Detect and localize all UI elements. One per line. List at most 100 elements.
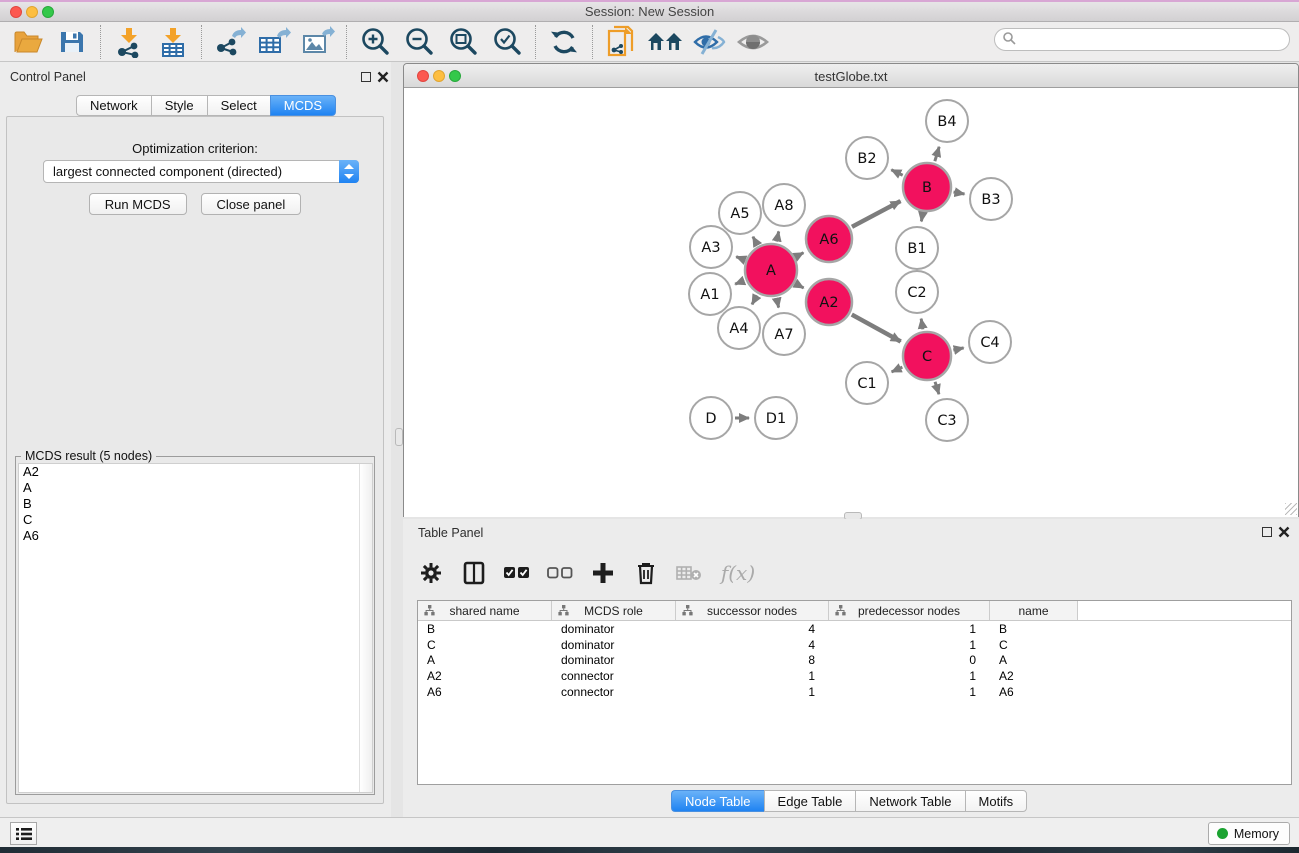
- memory-button[interactable]: Memory: [1208, 822, 1290, 845]
- deselect-all-checks-icon[interactable]: [546, 558, 574, 588]
- result-item[interactable]: B: [19, 496, 372, 512]
- table-row[interactable]: Bdominator41B: [418, 621, 1291, 637]
- table-row[interactable]: A6connector11A6: [418, 684, 1291, 700]
- column-header-name[interactable]: name: [990, 601, 1078, 620]
- table-row[interactable]: Cdominator41C: [418, 637, 1291, 653]
- graph-edge[interactable]: [735, 281, 744, 284]
- graph-edge[interactable]: [752, 295, 757, 304]
- import-network-icon[interactable]: [111, 25, 147, 59]
- result-list-scrollbar[interactable]: [359, 464, 372, 792]
- table-cell[interactable]: 1: [829, 685, 990, 699]
- export-network-icon[interactable]: [212, 25, 248, 59]
- graph-edge[interactable]: [852, 315, 901, 342]
- optimization-criterion-dropdown[interactable]: largest connected component (directed): [43, 160, 359, 183]
- table-cell[interactable]: 0: [829, 653, 990, 667]
- table-cell[interactable]: A: [990, 653, 1078, 667]
- tab-mcds[interactable]: MCDS: [270, 95, 336, 116]
- table-cell[interactable]: 1: [829, 622, 990, 636]
- graph-edge[interactable]: [753, 237, 757, 245]
- table-cell[interactable]: 4: [676, 638, 829, 652]
- close-table-panel-icon[interactable]: [1278, 526, 1290, 538]
- tab-edge-table[interactable]: Edge Table: [764, 790, 856, 812]
- task-history-button[interactable]: [10, 822, 37, 845]
- result-item[interactable]: A2: [19, 464, 372, 480]
- float-table-panel-icon[interactable]: [1262, 527, 1272, 537]
- graph-edge[interactable]: [954, 192, 965, 194]
- close-panel-button[interactable]: Close panel: [201, 193, 302, 215]
- tab-style[interactable]: Style: [151, 95, 207, 116]
- graph-edge[interactable]: [797, 253, 804, 257]
- table-cell[interactable]: 4: [676, 622, 829, 636]
- search-input[interactable]: [994, 28, 1290, 51]
- column-header-mcds-role[interactable]: MCDS role: [552, 601, 676, 620]
- table-cell[interactable]: B: [418, 622, 552, 636]
- table-row[interactable]: A2connector11A2: [418, 668, 1291, 684]
- zoom-out-icon[interactable]: [401, 25, 437, 59]
- home-reset-icon[interactable]: [647, 25, 683, 59]
- network-canvas[interactable]: B4B2BB3A5A8A6B1A3AC2A1A2A4A7C4CC1C3DD1: [404, 88, 1298, 517]
- graph-edge[interactable]: [892, 367, 903, 372]
- birdseye-view-icon[interactable]: [735, 25, 771, 59]
- export-image-icon[interactable]: [300, 25, 336, 59]
- graph-edge[interactable]: [935, 382, 939, 394]
- table-cell[interactable]: A2: [990, 669, 1078, 683]
- zoom-selected-icon[interactable]: [489, 25, 525, 59]
- result-item[interactable]: C: [19, 512, 372, 528]
- table-cell[interactable]: C: [990, 638, 1078, 652]
- table-cell[interactable]: 1: [829, 638, 990, 652]
- settings-gear-icon[interactable]: [417, 558, 445, 588]
- table-cell[interactable]: A: [418, 653, 552, 667]
- zoom-fit-icon[interactable]: [445, 25, 481, 59]
- tab-select[interactable]: Select: [207, 95, 270, 116]
- delete-column-icon[interactable]: [632, 558, 660, 588]
- result-item[interactable]: A6: [19, 528, 372, 544]
- import-table-icon[interactable]: [155, 25, 191, 59]
- add-column-icon[interactable]: [589, 558, 617, 588]
- mcds-result-list[interactable]: A2ABCA6: [18, 463, 373, 793]
- tab-network[interactable]: Network: [76, 95, 151, 116]
- table-cell[interactable]: dominator: [552, 653, 676, 667]
- table-cell[interactable]: 8: [676, 653, 829, 667]
- graph-edge[interactable]: [852, 201, 901, 227]
- graph-edge[interactable]: [953, 348, 963, 350]
- open-session-icon[interactable]: [10, 25, 46, 59]
- table-cell[interactable]: dominator: [552, 638, 676, 652]
- node-table[interactable]: shared name MCDS role successor nodes pr…: [417, 600, 1292, 785]
- zoom-in-icon[interactable]: [357, 25, 393, 59]
- table-cell[interactable]: A6: [418, 685, 552, 699]
- column-header-successor-nodes[interactable]: successor nodes: [676, 601, 829, 620]
- graph-edge[interactable]: [736, 257, 744, 260]
- function-builder-icon[interactable]: f(x): [718, 558, 758, 588]
- float-panel-icon[interactable]: [361, 72, 371, 82]
- tab-network-table[interactable]: Network Table: [855, 790, 964, 812]
- table-cell[interactable]: connector: [552, 685, 676, 699]
- tab-motifs[interactable]: Motifs: [965, 790, 1028, 812]
- dropdown-stepper-icon[interactable]: [339, 160, 359, 183]
- save-session-icon[interactable]: [54, 25, 90, 59]
- graph-edge[interactable]: [891, 170, 902, 176]
- hide-details-icon[interactable]: [691, 25, 727, 59]
- graph-edge[interactable]: [777, 298, 779, 307]
- table-cell[interactable]: A2: [418, 669, 552, 683]
- graph-edge[interactable]: [935, 147, 939, 161]
- table-cell[interactable]: B: [990, 622, 1078, 636]
- export-table-icon[interactable]: [256, 25, 292, 59]
- window-resize-grip[interactable]: [1285, 503, 1297, 515]
- close-panel-icon[interactable]: [377, 71, 389, 83]
- table-cell[interactable]: dominator: [552, 622, 676, 636]
- run-mcds-button[interactable]: Run MCDS: [89, 193, 187, 215]
- network-window-titlebar[interactable]: testGlobe.txt: [404, 64, 1298, 88]
- clone-network-icon[interactable]: [603, 25, 639, 59]
- select-all-checks-icon[interactable]: [503, 558, 531, 588]
- graph-edge[interactable]: [921, 319, 923, 330]
- graph-edge[interactable]: [796, 284, 803, 288]
- vertical-splitter-handle[interactable]: [395, 428, 403, 446]
- result-item[interactable]: A: [19, 480, 372, 496]
- table-row[interactable]: Adominator80A: [418, 653, 1291, 669]
- tab-node-table[interactable]: Node Table: [671, 790, 764, 812]
- show-columns-icon[interactable]: [460, 558, 488, 588]
- table-cell[interactable]: 1: [676, 685, 829, 699]
- refresh-view-icon[interactable]: [546, 25, 582, 59]
- delete-table-icon[interactable]: [675, 558, 703, 588]
- column-header-shared-name[interactable]: shared name: [418, 601, 552, 620]
